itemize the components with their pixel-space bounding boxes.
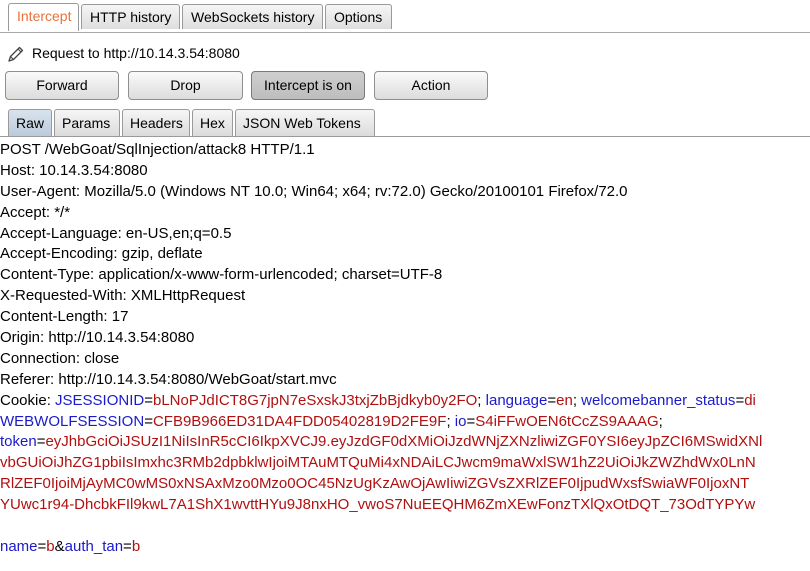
proxy-tab-strip: Intercept HTTP history WebSockets histor… bbox=[0, 0, 810, 33]
cookie-key: io bbox=[454, 412, 467, 430]
header-origin: Origin: http://10.14.3.54:8080 bbox=[0, 329, 195, 347]
raw-request-editor[interactable]: POST /WebGoat/SqlInjection/attack8 HTTP/… bbox=[0, 140, 810, 571]
tab-http-history[interactable]: HTTP history bbox=[81, 4, 180, 29]
tab-headers[interactable]: Headers bbox=[122, 109, 190, 136]
forward-button[interactable]: Forward bbox=[5, 71, 119, 100]
header-accept-encoding: Accept-Encoding: gzip, deflate bbox=[0, 245, 203, 263]
tab-raw[interactable]: Raw bbox=[8, 109, 52, 136]
token-line: token=eyJhbGciOiJSUzI1NiIsInR5cCI6IkpXVC… bbox=[0, 432, 810, 453]
pencil-icon bbox=[8, 47, 24, 62]
tab-websockets-history[interactable]: WebSockets history bbox=[182, 4, 323, 29]
param-value: b bbox=[46, 537, 55, 555]
token-continuation: vbGUiOiJhZG1pbiIsImxhc3RMb2dpbklwIjoiMTA… bbox=[0, 454, 756, 472]
cookie-value: bLNoPJdICT8G7jpN7eSxskJ3txjZbBjdkyb0y2FO bbox=[152, 391, 478, 409]
drop-button[interactable]: Drop bbox=[128, 71, 243, 100]
cookie-eq: = bbox=[144, 412, 153, 430]
tab-json-web-tokens[interactable]: JSON Web Tokens bbox=[235, 109, 375, 136]
cookie-continuation: WEBWOLFSESSION=CFB9B966ED31DA4FDD0540281… bbox=[0, 412, 810, 433]
cookie-eq: = bbox=[735, 391, 745, 409]
tab-intercept[interactable]: Intercept bbox=[8, 3, 79, 31]
cookie-sep: ; bbox=[477, 391, 486, 409]
cookie-key: language bbox=[485, 391, 548, 409]
header-content-length: Content-Length: 17 bbox=[0, 308, 129, 326]
token-continuation: RlZEF0IjoiMjAyMC0wMS0xNSAxMzo0Mzo0OC45Nz… bbox=[0, 475, 750, 493]
header-connection: Connection: close bbox=[0, 349, 120, 367]
header-accept: Accept: */* bbox=[0, 203, 71, 221]
cookie-value: en bbox=[556, 391, 573, 409]
cookie-eq: = bbox=[144, 391, 153, 409]
cookie-value: CFB9B966ED31DA4FDD05402819D2FE9F bbox=[152, 412, 447, 430]
request-target-label: Request to http://10.14.3.54:8080 bbox=[32, 45, 240, 61]
param-sep: & bbox=[54, 537, 65, 555]
header-accept-language: Accept-Language: en-US,en;q=0.5 bbox=[0, 224, 232, 242]
request-body: name=b&auth_tan=b bbox=[0, 537, 810, 558]
header-host: Host: 10.14.3.54:8080 bbox=[0, 161, 148, 179]
burp-proxy-window: Intercept HTTP history WebSockets histor… bbox=[0, 0, 810, 571]
cookie-key: welcomebanner_status bbox=[581, 391, 736, 409]
header-content-type: Content-Type: application/x-www-form-url… bbox=[0, 266, 443, 284]
header-referer: Referer: http://10.14.3.54:8080/WebGoat/… bbox=[0, 370, 337, 388]
cookie-sep: ; bbox=[658, 412, 663, 430]
tab-options[interactable]: Options bbox=[325, 4, 392, 29]
param-value: b bbox=[131, 537, 141, 555]
cookie-prefix: Cookie: bbox=[0, 391, 56, 409]
intercept-toggle-button[interactable]: Intercept is on bbox=[251, 71, 365, 100]
tab-params[interactable]: Params bbox=[54, 109, 120, 136]
param-key: name bbox=[0, 537, 38, 555]
cookie-value: S4iFFwOEN6tCcZS9AAAG bbox=[475, 412, 659, 430]
param-key: auth_tan bbox=[64, 537, 124, 555]
header-user-agent: User-Agent: Mozilla/5.0 (Windows NT 10.0… bbox=[0, 182, 628, 200]
cookie-sep: ; bbox=[446, 412, 455, 430]
request-info: Request to http://10.14.3.54:8080 bbox=[6, 42, 240, 64]
token-value: eyJhbGciOiJSUzI1NiIsInR5cCI6IkpXVCJ9.eyJ… bbox=[45, 433, 763, 451]
header-cookie: Cookie: JSESSIONID=bLNoPJdICT8G7jpN7eSxs… bbox=[0, 391, 810, 412]
param-eq: = bbox=[123, 537, 132, 555]
param-eq: = bbox=[37, 537, 47, 555]
cookie-eq: = bbox=[466, 412, 476, 430]
request-line: POST /WebGoat/SqlInjection/attack8 HTTP/… bbox=[0, 141, 315, 158]
token-key: token bbox=[0, 433, 37, 451]
cookie-eq: = bbox=[547, 391, 557, 409]
cookie-sep: ; bbox=[572, 391, 582, 409]
tab-hex[interactable]: Hex bbox=[192, 109, 233, 136]
message-view-tabs: Raw Params Headers Hex JSON Web Tokens bbox=[0, 106, 810, 137]
header-x-requested-with: X-Requested-With: XMLHttpRequest bbox=[0, 287, 246, 305]
action-button[interactable]: Action bbox=[374, 71, 488, 100]
token-continuation: YUwc1r94-DhcbkFIl9kwL7A1ShX1wvttHYu9J8nx… bbox=[0, 496, 756, 514]
cookie-key: JSESSIONID bbox=[55, 391, 145, 409]
cookie-value: di bbox=[744, 391, 756, 409]
cookie-key: WEBWOLFSESSION bbox=[0, 412, 145, 430]
